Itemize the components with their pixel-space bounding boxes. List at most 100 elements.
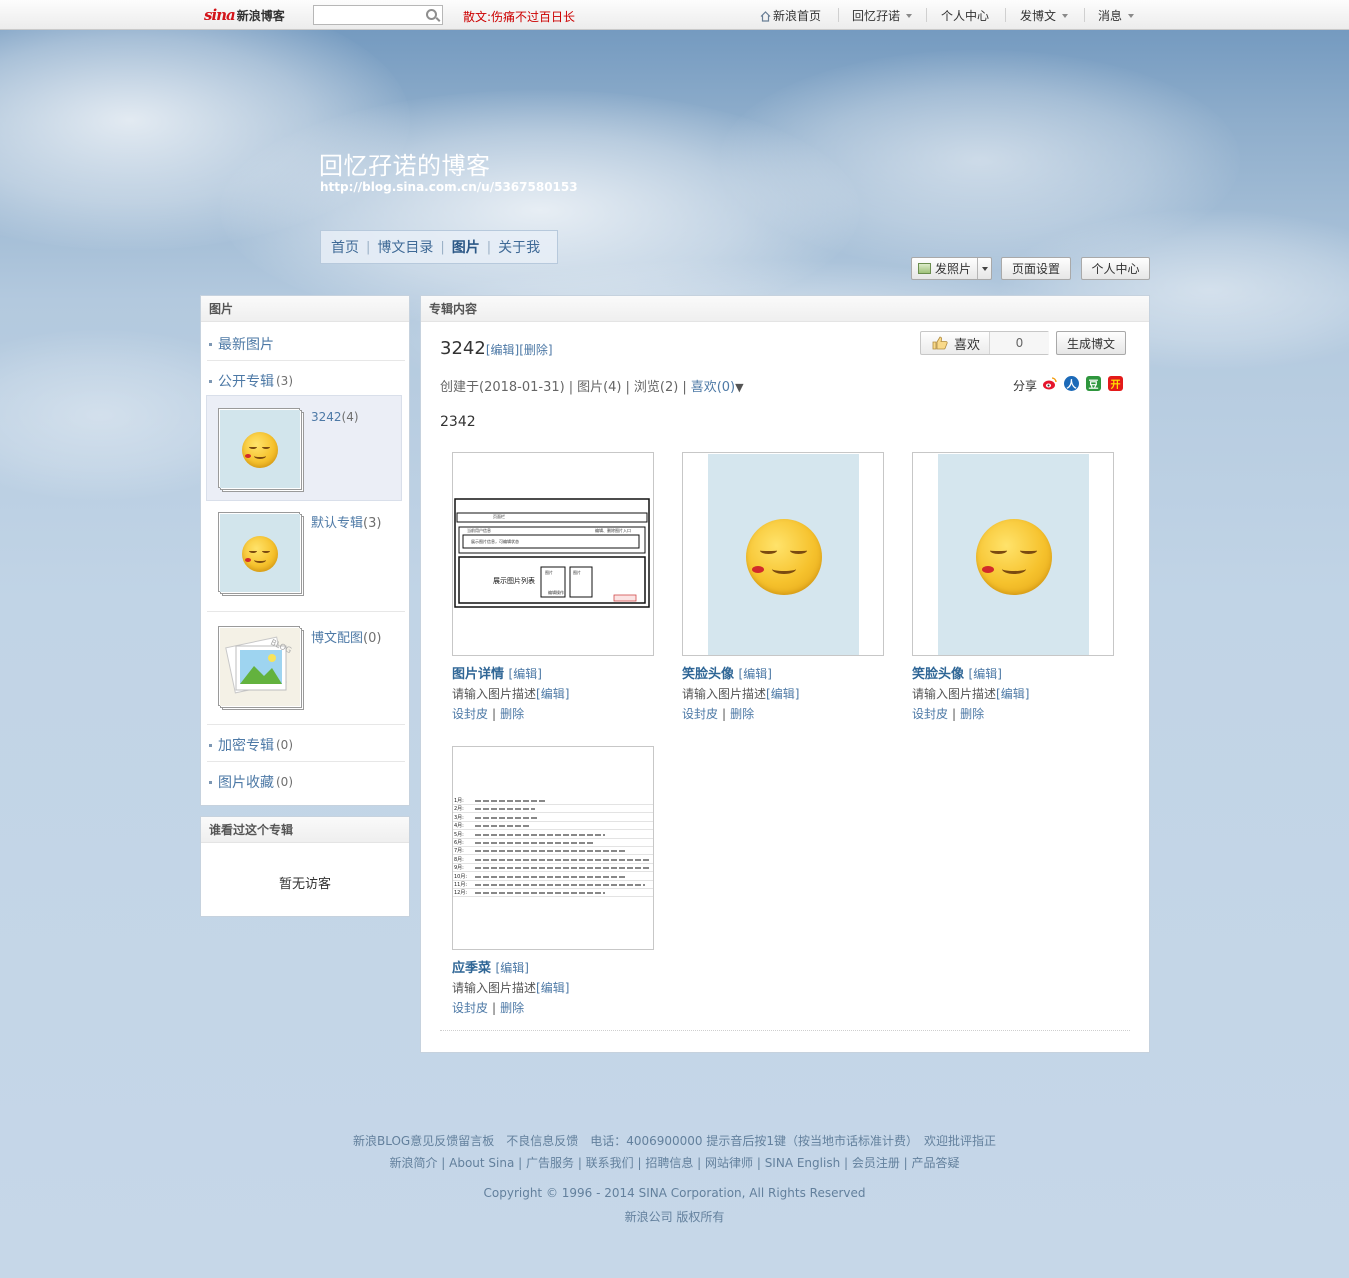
sidebar-item-count: (0)	[276, 738, 293, 752]
delete-album-link[interactable]: [删除]	[519, 343, 552, 357]
photo-title-text: 应季菜	[452, 961, 492, 976]
hot-label: 散文:	[463, 10, 492, 24]
nav-personal-center[interactable]: 个人中心	[941, 7, 989, 24]
sidebar-item-favorites[interactable]: 图片收藏 (0)	[209, 772, 293, 792]
photo-thumbnail[interactable]	[682, 452, 884, 656]
tab-pictures[interactable]: 图片	[452, 237, 480, 257]
nav-message-menu[interactable]: 消息	[1098, 7, 1135, 24]
photo-thumbnail[interactable]: 1月: 2月: 3月: 4月: 5月: 6月: 7月: 8月: 9月: 10月: 11月: 12月:	[452, 746, 654, 950]
upload-dropdown[interactable]	[977, 258, 991, 279]
row-text-line	[475, 850, 625, 853]
album-thumbnail[interactable]	[218, 512, 304, 596]
photo-title[interactable]: 笑脸头像 [编辑]	[912, 663, 1002, 682]
album-thumbnail[interactable]	[218, 408, 304, 492]
edit-photo-link[interactable]: [编辑]	[969, 667, 1002, 681]
like-button[interactable]: 喜欢 0	[920, 331, 1049, 355]
row-text-line	[475, 884, 645, 886]
album-title: 3242	[311, 410, 342, 424]
tab-home[interactable]: 首页	[331, 237, 359, 257]
album-title-row: 3242[编辑][删除]	[440, 338, 553, 359]
chevron-down-icon[interactable]: ▼	[735, 381, 743, 394]
album-name[interactable]: 博文配图(0)	[311, 627, 381, 646]
wireframe-label: 页面栏	[493, 514, 505, 519]
edit-desc-link[interactable]: [编辑]	[996, 687, 1029, 701]
renren-share-icon[interactable]: 人	[1064, 376, 1079, 391]
edit-desc-link[interactable]: [编辑]	[536, 687, 569, 701]
photo-title[interactable]: 笑脸头像 [编辑]	[682, 663, 772, 682]
footer-feedback[interactable]: 新浪BLOG意见反馈留言板 不良信息反馈 电话：4006900000 提示音后按…	[0, 1132, 1349, 1149]
photo-title-text: 图片详情	[452, 667, 505, 682]
edit-desc-link[interactable]: [编辑]	[766, 687, 799, 701]
edit-photo-link[interactable]: [编辑]	[739, 667, 772, 681]
table-row: 2月:	[453, 805, 653, 814]
set-cover-link[interactable]: 设封皮	[452, 707, 488, 721]
smiley-icon	[976, 519, 1052, 595]
row-text-line	[475, 825, 531, 828]
set-cover-link[interactable]: 设封皮	[452, 1001, 488, 1015]
album-item-selected[interactable]: 3242(4)	[206, 395, 402, 501]
sidebar-item-label: 加密专辑	[218, 738, 274, 754]
edit-album-link[interactable]: [编辑]	[486, 343, 519, 357]
search-input[interactable]	[313, 5, 443, 25]
delete-photo-link[interactable]: 删除	[500, 707, 524, 721]
sina-blog-logo[interactable]: sina 新浪博客	[204, 6, 285, 24]
tab-about[interactable]: 关于我	[498, 237, 540, 257]
sidebar-item-private[interactable]: 加密专辑 (0)	[209, 735, 293, 755]
delete-photo-link[interactable]: 删除	[500, 1001, 524, 1015]
smiley-icon	[746, 519, 822, 595]
sidebar-item-latest[interactable]: 最新图片	[209, 334, 274, 354]
nav-sina-home[interactable]: 新浪首页	[760, 7, 821, 24]
footer-links[interactable]: 新浪简介 | About Sina | 广告服务 | 联系我们 | 招聘信息 |…	[0, 1154, 1349, 1171]
page-settings-button[interactable]: 页面设置	[1001, 257, 1071, 280]
meta-likes-link[interactable]: 喜欢(0)	[691, 380, 735, 395]
photo-ops: 设封皮 | 删除	[682, 707, 755, 721]
nav-post-menu[interactable]: 发博文	[1020, 7, 1069, 24]
table-row: 3月:	[453, 814, 653, 822]
edit-desc-link[interactable]: [编辑]	[536, 981, 569, 995]
photo-title[interactable]: 图片详情 [编辑]	[452, 663, 542, 682]
album-name[interactable]: 默认专辑(3)	[311, 512, 381, 531]
album-count: (4)	[341, 410, 359, 424]
album-title: 博文配图	[311, 631, 364, 646]
generate-post-button[interactable]: 生成博文	[1056, 331, 1126, 355]
footer-copyright: Copyright © 1996 - 2014 SINA Corporation…	[483, 1186, 866, 1200]
table-row: 6月:	[453, 839, 653, 847]
delete-photo-link[interactable]: 删除	[730, 707, 754, 721]
sina-logo-mark: sina	[204, 6, 236, 24]
set-cover-link[interactable]: 设封皮	[912, 707, 948, 721]
divider	[1084, 8, 1085, 22]
smiley-image	[938, 454, 1089, 655]
month-label: 6月:	[454, 840, 464, 846]
delete-photo-link[interactable]: 删除	[960, 707, 984, 721]
nav-user-menu[interactable]: 回忆孖诺	[852, 7, 913, 24]
search-icon[interactable]	[426, 9, 437, 20]
row-text-line	[475, 808, 535, 811]
upload-photo-button[interactable]: 发照片	[911, 257, 992, 280]
bullet-icon	[209, 342, 212, 346]
table-row: 7月:	[453, 847, 653, 856]
hot-article-link[interactable]: 散文:伤痛不过百日长	[463, 8, 575, 25]
row-text-line	[475, 867, 651, 870]
edit-photo-link[interactable]: [编辑]	[496, 961, 529, 975]
kaixin-share-icon[interactable]: 开	[1108, 376, 1123, 391]
month-label: 1月:	[454, 798, 464, 804]
photo-title[interactable]: 应季菜 [编辑]	[452, 957, 529, 976]
footer-rights: 新浪公司 版权所有	[624, 1210, 725, 1224]
nav-user-label: 回忆孖诺	[852, 9, 901, 23]
wireframe-label: 编辑、删除图片入口	[595, 528, 631, 533]
set-cover-link[interactable]: 设封皮	[682, 707, 718, 721]
photo-thumbnail[interactable]	[912, 452, 1114, 656]
personal-center-button[interactable]: 个人中心	[1081, 257, 1150, 280]
photo-thumbnail[interactable]: 页面栏 当前用户信息 编辑、删除图片入口 展示图片信息，可编辑状态 展示图片列表…	[452, 452, 654, 656]
album-thumbnail[interactable]: BLOG	[218, 626, 304, 710]
divider	[207, 724, 405, 725]
album-name[interactable]: 3242(4)	[311, 410, 359, 424]
nav-sina-home-label: 新浪首页	[773, 9, 822, 23]
bullet-icon	[209, 743, 212, 747]
sidebar-item-public[interactable]: 公开专辑 (3)	[209, 371, 293, 391]
blog-url[interactable]: http://blog.sina.com.cn/u/5367580153	[320, 180, 578, 194]
douban-share-icon[interactable]: 豆	[1086, 376, 1101, 391]
tab-articles[interactable]: 博文目录	[377, 237, 433, 257]
edit-photo-link[interactable]: [编辑]	[509, 667, 542, 681]
weibo-share-icon[interactable]	[1042, 376, 1057, 391]
